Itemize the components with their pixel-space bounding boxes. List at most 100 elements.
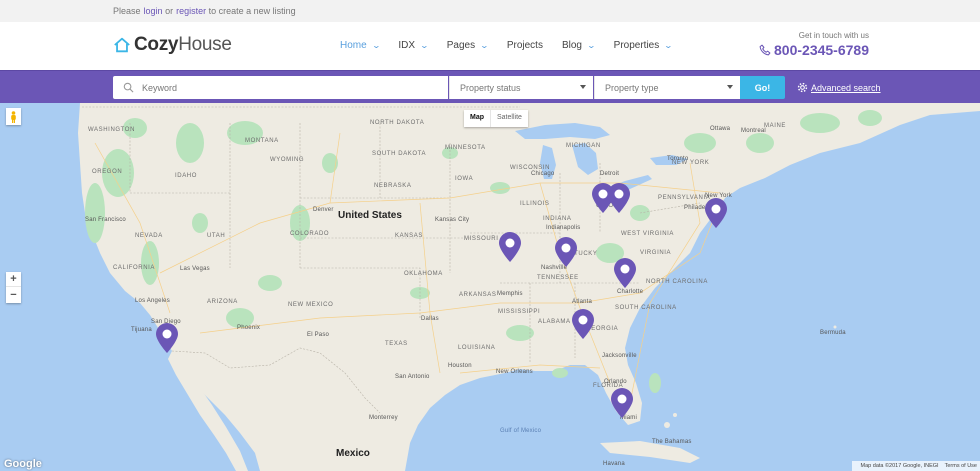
street-view-button[interactable] [6,108,21,125]
nav-item-projects[interactable]: Projects [507,40,543,51]
state-label: SOUTH CAROLINA [615,305,677,311]
city-label: Toronto [667,156,689,162]
map-marker[interactable] [606,182,632,214]
phone-number: 800-2345-6789 [774,42,869,58]
gear-icon [797,82,808,93]
state-label: MONTANA [245,138,279,144]
chevron-down-icon: ⌄ [663,41,674,50]
phone-link[interactable]: 800-2345-6789 [759,42,869,58]
city-label: Houston [448,363,472,369]
map-pin-icon [555,237,577,267]
nav-item-blog[interactable]: Blog ⌄ [562,40,597,51]
map-marker[interactable] [703,197,729,229]
city-label: Jacksonville [602,353,637,359]
search-bar: Keyword Property status Property type Go… [0,70,980,103]
site-header: Cozy House Home ⌄ IDX ⌄ Pages ⌄ Projects Blo… [0,22,980,70]
state-label: MICHIGAN [566,143,601,149]
nav-label: Home [340,40,367,51]
property-map[interactable]: United States Mexico WASHINGTON OREGON I… [0,103,980,471]
state-label: IDAHO [175,173,198,179]
state-label: KANSAS [395,233,423,239]
city-label: The Bahamas [652,439,692,445]
state-label: OKLAHOMA [404,271,443,277]
state-label: WEST VIRGINIA [621,231,675,237]
caret-down-icon [580,85,586,89]
site-logo[interactable]: Cozy House [113,34,232,56]
google-logo: Google [4,458,42,470]
map-canvas [0,103,980,471]
caret-down-icon [727,85,733,89]
login-link[interactable]: login [144,6,163,16]
state-label: ARIZONA [207,299,238,305]
main-nav: Home ⌄ IDX ⌄ Pages ⌄ Projects Blog ⌄ Propert… [340,40,691,51]
state-label: VIRGINIA [640,250,672,256]
map-marker[interactable] [570,308,596,340]
city-label: Atlanta [572,299,593,305]
map-marker[interactable] [154,322,180,354]
terms-link[interactable]: Terms of Use [945,463,977,469]
keyword-field[interactable]: Keyword [113,76,448,99]
city-label: Kansas City [435,217,470,223]
type-placeholder: Property type [605,82,659,93]
map-marker[interactable] [609,387,635,419]
zoom-out-button[interactable]: − [6,287,21,302]
logo-text-light: House [178,34,232,55]
city-label: Phoenix [237,325,261,331]
map-marker[interactable] [612,257,638,289]
contact-block: Get in touch with us 800-2345-6789 [759,31,869,58]
city-label: Bermuda [820,330,846,336]
map-marker[interactable] [553,236,579,268]
state-label: LOUISIANA [458,345,496,351]
keyword-placeholder: Keyword [142,82,178,93]
house-icon [114,37,130,53]
advanced-search-label: Advanced search [811,82,881,93]
state-label: TEXAS [385,341,408,347]
state-label: NEW MEXICO [288,302,334,308]
state-label: ILLINOIS [520,201,550,207]
city-label: Tijuana [131,327,152,333]
state-label: INDIANA [543,216,572,222]
state-label: MISSISSIPPI [498,309,541,315]
phone-icon [759,44,771,56]
country-label: United States [338,210,402,221]
chevron-down-icon: ⌄ [419,41,430,50]
property-status-select[interactable]: Property status [449,76,593,99]
map-pin-icon [608,183,630,213]
zoom-in-button[interactable]: + [6,272,21,287]
topbar-or: or [165,6,174,16]
zoom-control: + − [6,272,21,303]
nav-label: IDX [398,40,416,51]
map-marker[interactable] [497,231,523,263]
attribution-text: Map data ©2017 Google, INEGI [860,463,939,469]
city-label: San Francisco [85,217,126,223]
state-label: OREGON [92,169,123,175]
city-label: Orlando [604,379,627,385]
state-label: NEVADA [135,233,163,239]
register-link[interactable]: register [176,6,206,16]
state-label: MAINE [764,123,787,129]
country-label: Mexico [336,448,370,459]
nav-item-idx[interactable]: IDX ⌄ [398,40,430,51]
state-label: MINNESOTA [445,145,486,151]
city-label: Los Angeles [135,298,170,304]
nav-item-pages[interactable]: Pages ⌄ [447,40,489,51]
nav-item-properties[interactable]: Properties ⌄ [614,40,674,51]
map-attribution: Map data ©2017 Google, INEGI Terms of Us… [851,461,980,471]
city-label: Chicago [531,171,555,177]
map-type-satellite-button[interactable]: Satellite [490,110,528,127]
property-type-select[interactable]: Property type [594,76,740,99]
city-label: Ottawa [710,126,731,132]
map-type-map-button[interactable]: Map [464,110,490,127]
topbar-prefix: Please [113,6,141,16]
map-pin-icon [614,258,636,288]
state-label: NEBRASKA [374,183,412,189]
water-label: Gulf of Mexico [500,428,542,434]
topbar-suffix: to create a new listing [208,6,296,16]
logo-text-bold: Cozy [134,34,179,55]
state-label: CALIFORNIA [113,265,156,271]
nav-item-home[interactable]: Home ⌄ [340,40,381,51]
chevron-down-icon: ⌄ [586,41,597,50]
top-bar: Please login or register to create a new… [0,0,980,22]
advanced-search-link[interactable]: Advanced search [797,82,881,93]
go-button[interactable]: Go! [740,76,785,99]
